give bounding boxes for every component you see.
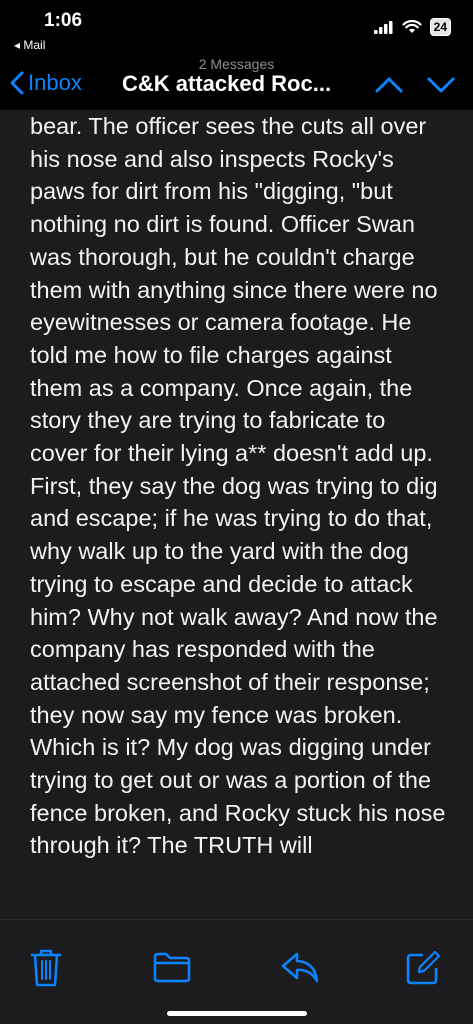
previous-message-chevron-up-icon[interactable] xyxy=(375,72,403,96)
trash-icon[interactable] xyxy=(30,948,62,988)
status-icons: 24 xyxy=(373,18,451,36)
reply-icon[interactable] xyxy=(280,950,320,984)
cellular-signal-icon xyxy=(373,20,393,34)
email-subject: C&K attacked Roc... xyxy=(122,71,332,96)
status-time: 1:06 xyxy=(44,10,83,31)
next-message-chevron-down-icon[interactable] xyxy=(427,72,455,96)
inbox-back-button[interactable]: Inbox xyxy=(10,70,82,96)
email-body: bear. The officer sees the cuts all over… xyxy=(0,112,473,920)
message-navigation xyxy=(375,72,455,96)
wifi-icon xyxy=(402,20,422,33)
folder-icon[interactable] xyxy=(152,951,192,983)
navigation-bar: 2 Messages Inbox C&K attacked Roc... xyxy=(0,56,473,110)
chevron-left-icon xyxy=(10,71,24,95)
battery-indicator: 24 xyxy=(429,18,451,36)
bottom-toolbar xyxy=(0,919,473,1024)
compose-icon[interactable] xyxy=(405,950,441,986)
back-to-app-link[interactable]: ◂ Mail xyxy=(14,38,45,52)
status-bar: 1:06 ◂ Mail 24 xyxy=(0,0,473,60)
email-body-text: bear. The officer sees the cuts all over… xyxy=(30,113,446,859)
home-indicator[interactable] xyxy=(166,1011,307,1016)
inbox-back-label: Inbox xyxy=(28,70,82,95)
